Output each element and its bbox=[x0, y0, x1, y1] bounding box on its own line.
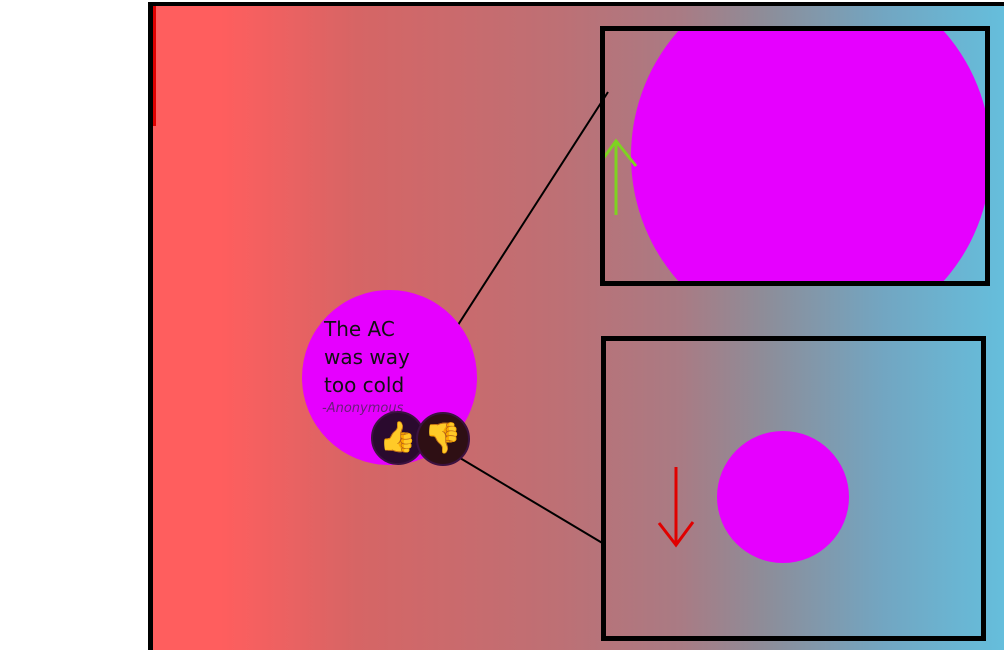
thumbs-down-button[interactable]: 👎 bbox=[416, 412, 470, 466]
small-bubble bbox=[717, 431, 849, 563]
thumbs-up-icon: 👍 bbox=[379, 420, 417, 455]
upvote-result-panel bbox=[600, 26, 990, 286]
downvote-result-panel bbox=[601, 336, 986, 641]
arrow-up-icon bbox=[605, 138, 638, 215]
arrow-down-icon bbox=[657, 467, 695, 548]
stage: The AC was way too cold -Anonymous 👍 👎 bbox=[0, 0, 1004, 650]
large-bubble bbox=[631, 31, 985, 281]
thumbs-down-icon: 👎 bbox=[424, 421, 462, 456]
feedback-quote: The AC was way too cold bbox=[324, 317, 410, 397]
